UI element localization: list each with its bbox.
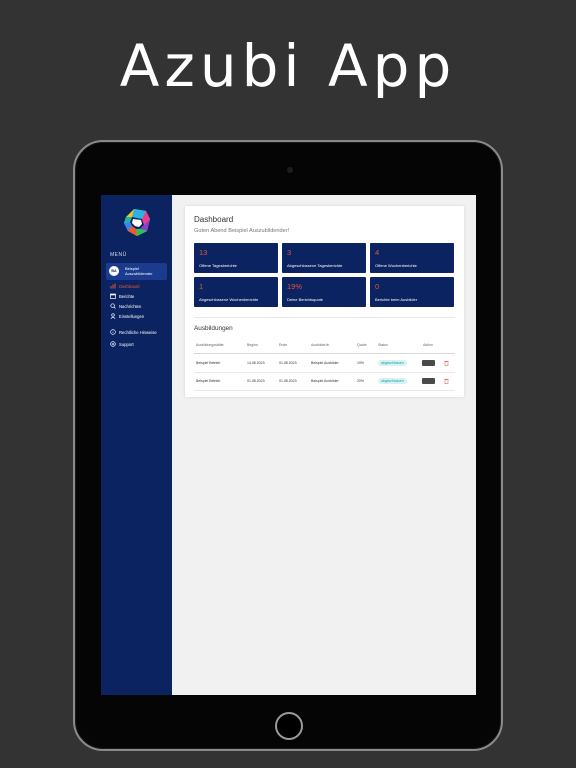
- camera-icon: [287, 167, 293, 173]
- calendar-icon: [110, 293, 116, 299]
- column-header[interactable]: Status: [378, 343, 388, 347]
- tablet-frame: MENÜ BA Beispiel Auszubildender Dashboar…: [73, 140, 503, 751]
- column-header[interactable]: Quote: [357, 343, 367, 347]
- section-title-ausbildungen: Ausbildungen: [194, 325, 233, 332]
- stat-label: Berichte beim Ausbilder: [375, 297, 418, 302]
- sidebar-item-label: Dashboard: [119, 283, 140, 289]
- messages-icon: [110, 303, 116, 309]
- trash-icon[interactable]: [444, 360, 449, 366]
- divider: [194, 390, 455, 391]
- greeting-text: Guten Abend Beispiel Auszubildender!: [194, 228, 290, 234]
- sidebar-item-nachrichten[interactable]: Nachrichten: [110, 302, 141, 310]
- cell-ausbilder: Beispiel Ausbilder: [311, 361, 339, 365]
- user-settings-icon: [110, 313, 116, 319]
- user-profile[interactable]: BA Beispiel Auszubildender: [106, 263, 167, 280]
- cell-stätte: Beispiel Betrieb: [196, 379, 221, 383]
- stat-value: 4: [375, 248, 380, 257]
- app-screen: MENÜ BA Beispiel Auszubildender Dashboar…: [101, 195, 476, 695]
- divider: [194, 317, 455, 318]
- info-icon: [110, 329, 116, 335]
- sidebar-item-label: Support: [119, 341, 134, 347]
- status-badge: abgeschlossen: [378, 378, 407, 384]
- user-name: Beispiel Auszubildender: [125, 266, 153, 276]
- stat-label: Offene Wochenberichte: [375, 263, 417, 268]
- stat-label: Offene Tagesberichte: [199, 263, 237, 268]
- stat-tile-offene-tagesberichte[interactable]: 13 Offene Tagesberichte: [194, 243, 278, 273]
- cell-quote: 20%: [357, 379, 365, 383]
- stat-tile-abgeschlossene-wochenberichte[interactable]: 1 Abgeschlossene Wochenberichte: [194, 277, 278, 307]
- divider: [194, 372, 455, 373]
- stat-value: 3: [287, 248, 292, 257]
- lock-button[interactable]: [422, 360, 435, 372]
- cell-stätte: Beispiel Betrieb: [196, 361, 221, 365]
- sidebar-item-label: Rechtliche Hinweise: [119, 329, 157, 335]
- sidebar-item-einstellungen[interactable]: Einstellungen: [110, 312, 144, 320]
- avatar: BA: [109, 266, 119, 276]
- status-badge: abgeschlossen: [378, 360, 407, 366]
- stat-value: 13: [199, 248, 208, 257]
- cell-ausbilder: Beispiel Ausbilder: [311, 379, 339, 383]
- menu-title: MENÜ: [110, 252, 127, 258]
- cell-ende: 01.08.2023: [279, 361, 297, 365]
- cell-beginn: 01.08.2023: [247, 379, 265, 383]
- sidebar-item-dashboard[interactable]: Dashboard: [110, 282, 140, 290]
- cell-beginn: 14.08.2023: [247, 361, 265, 365]
- sidebar-item-label: Einstellungen: [119, 313, 145, 319]
- hero-title: Azubi App: [119, 32, 457, 100]
- stat-value: 19%: [287, 282, 303, 291]
- chart-icon: [110, 283, 116, 289]
- stat-label: Deine Berichtsquote: [287, 297, 324, 302]
- sidebar-item-rechtliche-hinweise[interactable]: Rechtliche Hinweise: [110, 328, 157, 336]
- stat-value: 0: [375, 282, 380, 291]
- sidebar-item-support[interactable]: Support: [110, 340, 134, 348]
- lock-button[interactable]: [422, 378, 435, 390]
- dashboard-card: Dashboard Guten Abend Beispiel Auszubild…: [185, 206, 464, 397]
- page-title: Dashboard: [194, 215, 234, 224]
- sidebar: MENÜ BA Beispiel Auszubildender Dashboar…: [101, 195, 172, 695]
- trash-icon[interactable]: [444, 378, 449, 384]
- stat-value: 1: [199, 282, 204, 291]
- stat-tile-offene-wochenberichte[interactable]: 4 Offene Wochenberichte: [370, 243, 454, 273]
- column-header[interactable]: Ende: [279, 343, 287, 347]
- cell-quote: 19%: [357, 361, 365, 365]
- sidebar-item-label: Berichte: [119, 293, 135, 299]
- divider: [194, 353, 455, 354]
- cell-ende: 01.08.2023: [279, 379, 297, 383]
- home-button[interactable]: [275, 712, 303, 740]
- stat-tile-berichte-beim-ausbilder[interactable]: 0 Berichte beim Ausbilder: [370, 277, 454, 307]
- stat-tile-abgeschlossene-tagesberichte[interactable]: 3 Abgeschlossene Tagesberichte: [282, 243, 366, 273]
- column-header[interactable]: Ausbilder/in: [311, 343, 329, 347]
- sidebar-item-label: Nachrichten: [119, 303, 142, 309]
- column-header[interactable]: Ausbildungsstätte: [196, 343, 224, 347]
- stat-label: Abgeschlossene Tagesberichte: [287, 263, 343, 268]
- sidebar-item-berichte[interactable]: Berichte: [110, 292, 134, 300]
- support-icon: [110, 341, 116, 347]
- column-header: Aktion: [423, 343, 433, 347]
- stat-label: Abgeschlossene Wochenberichte: [199, 297, 259, 302]
- app-logo-icon: [124, 209, 150, 236]
- stat-tile-berichtsquote[interactable]: 19% Deine Berichtsquote: [282, 277, 366, 307]
- column-header[interactable]: Beginn: [247, 343, 258, 347]
